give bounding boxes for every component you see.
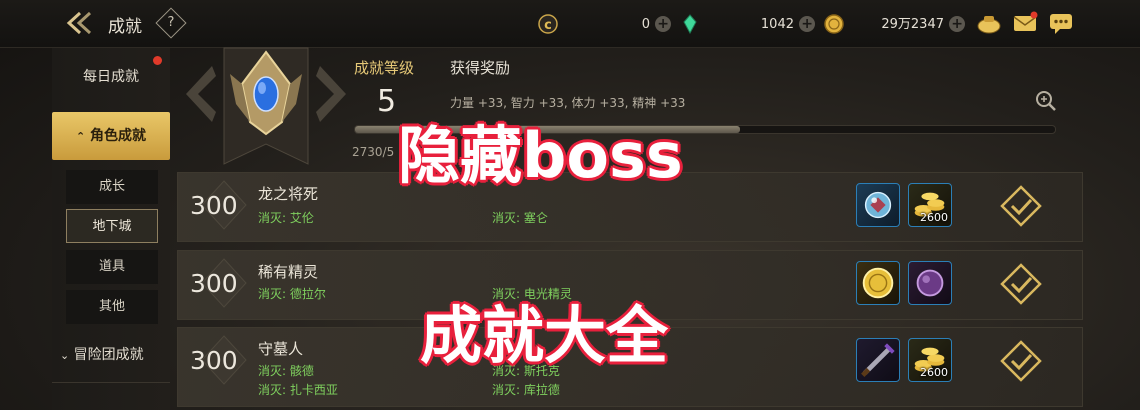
overlay-caption-achievement-guide: 成就大全 [420,299,669,372]
weapon-icon [861,343,895,377]
purple-gem-icon [916,269,944,297]
currency-green-crystal: 1042 + [740,13,816,35]
nav-label: 冒险团成就 [73,347,144,363]
reward-item[interactable] [856,183,900,227]
help-icon[interactable]: ? [155,7,187,39]
reward-quantity: 2600 [920,366,948,379]
claim-checkmark-icon[interactable] [1000,185,1042,227]
gold-medal-icon [862,267,894,299]
achievement-condition: 消灭: 艾伦 [258,211,314,225]
reward-item[interactable]: 2600 [908,183,952,227]
achievement-name: 守墓人 [258,340,304,358]
sub-tab-items[interactable]: 道具 [66,250,158,284]
add-currency-button[interactable]: + [799,15,816,32]
reward-quantity: 2600 [920,211,948,224]
orb-icon [864,191,892,219]
add-currency-button[interactable]: + [655,15,672,32]
notification-dot [153,56,162,65]
chevron-up-icon: ⌃ [75,130,86,143]
chat-icon[interactable] [1048,11,1074,35]
c-coin-icon: c [538,14,558,34]
achievement-points: 300 [190,346,238,375]
achievement-points: 300 [190,191,238,220]
add-currency-button[interactable]: + [949,15,966,32]
reward-item[interactable] [856,261,900,305]
currency-gold: 29万2347 + [862,13,966,35]
top-bar: 成就 ? c 0 + 1042 + 29万2347 + [0,0,1140,48]
achievement-category-nav: 每日成就 ⌃ 角色成就 成长 地下城 道具 其他 ⌄ 冒险团成就 [52,48,170,410]
mail-icon[interactable] [1012,11,1038,35]
zoom-in-icon[interactable] [1034,89,1058,113]
sub-tab-growth[interactable]: 成长 [66,170,158,204]
gold-coin-icon [824,14,844,34]
reward-item[interactable] [908,261,952,305]
back-arrow-icon[interactable] [66,10,96,36]
reward-label: 获得奖励 [450,59,511,77]
bag-icon[interactable] [976,11,1002,35]
achievement-condition: 消灭: 库拉德 [492,383,560,397]
chevron-down-icon: ⌄ [60,349,70,362]
achievement-level-value: 5 [377,84,397,119]
nav-daily-achievements[interactable]: 每日成就 [52,60,170,94]
achievement-condition: 消灭: 扎卡西亚 [258,383,338,397]
currency-value: 0 [641,17,650,32]
achievement-condition: 消灭: 德拉尔 [258,287,326,301]
currency-c-coin: 0 + [610,13,672,35]
nav-character-achievements[interactable]: ⌃ 角色成就 [52,112,170,160]
claim-checkmark-icon[interactable] [1000,340,1042,382]
currency-value: 1042 [760,17,794,32]
nav-adventure-team-achievements[interactable]: ⌄ 冒险团成就 [52,338,170,372]
achievement-condition: 消灭: 塞仑 [492,211,548,225]
reward-item[interactable] [856,338,900,382]
achievement-name: 稀有精灵 [258,263,319,281]
progress-text: 2730/5 [352,145,395,159]
claim-checkmark-icon[interactable] [1000,263,1042,305]
reward-stats: 力量 +33, 智力 +33, 体力 +33, 精神 +33 [450,96,686,110]
sub-tab-other[interactable]: 其他 [66,290,158,324]
page-title: 成就 [108,17,142,37]
achievement-level-label: 成就等级 [354,59,415,77]
achievement-condition: 消灭: 骸德 [258,364,314,378]
currency-value: 29万2347 [881,17,944,32]
achievement-points: 300 [190,269,238,298]
overlay-caption-hidden-boss: 隐藏boss [398,119,683,192]
svg-text:c: c [544,18,552,33]
sub-tab-dungeon[interactable]: 地下城 [66,209,158,243]
achievement-name: 龙之将死 [258,185,319,203]
green-crystal-icon [683,14,697,34]
nav-label: 每日成就 [83,69,139,85]
divider [52,382,170,383]
reward-item[interactable]: 2600 [908,338,952,382]
achievement-rank-emblem [186,47,346,165]
nav-label: 角色成就 [90,128,147,144]
